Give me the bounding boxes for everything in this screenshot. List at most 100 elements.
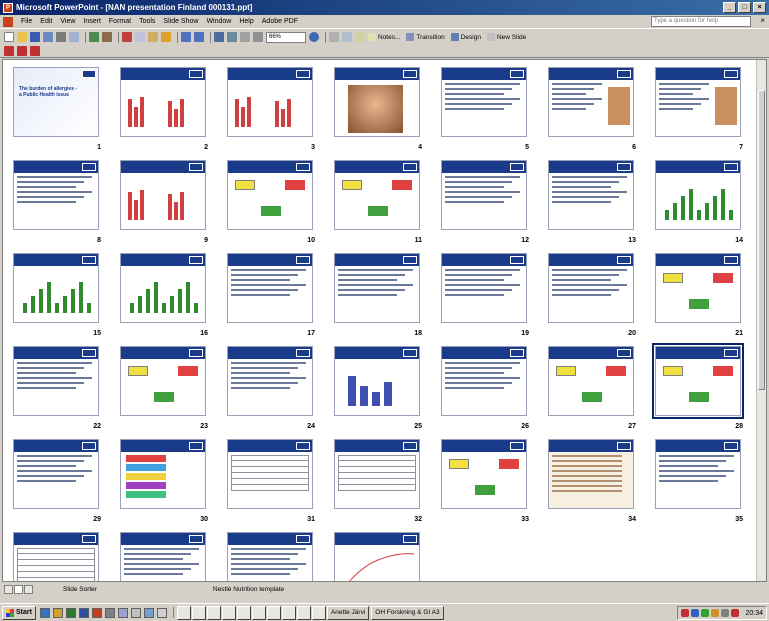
- slide-thumbnail-32[interactable]: [334, 439, 420, 509]
- ie-icon[interactable]: [39, 607, 50, 618]
- powerpoint-icon[interactable]: [91, 607, 102, 618]
- task-button-4[interactable]: [221, 605, 236, 620]
- slide-thumbnail-29[interactable]: [13, 439, 99, 509]
- close-button[interactable]: ×: [753, 2, 766, 13]
- convert-and-email-icon[interactable]: [17, 45, 27, 56]
- menu-slide-show[interactable]: Slide Show: [159, 18, 202, 25]
- slide-thumbnail-9[interactable]: [120, 160, 206, 230]
- task-button-anette[interactable]: Anette Järvi: [326, 605, 370, 620]
- print-icon[interactable]: [56, 32, 66, 42]
- quicklaunch-icon-9[interactable]: [143, 607, 154, 618]
- slide-thumbnail-36[interactable]: [13, 532, 99, 581]
- start-button[interactable]: Start: [2, 605, 36, 620]
- slide-thumbnail-4[interactable]: [334, 67, 420, 137]
- format-painter-icon[interactable]: [161, 32, 171, 42]
- task-button-3[interactable]: [206, 605, 221, 620]
- slide-sorter-view-icon[interactable]: [14, 585, 23, 594]
- slide-thumbnail-3[interactable]: [227, 67, 313, 137]
- task-button-2[interactable]: [191, 605, 206, 620]
- slide-thumbnail-22[interactable]: [13, 346, 99, 416]
- slide-thumbnail-16[interactable]: [120, 253, 206, 323]
- slide-thumbnail-15[interactable]: [13, 253, 99, 323]
- convert-and-review-icon[interactable]: [30, 45, 40, 56]
- task-button-5[interactable]: [236, 605, 251, 620]
- slide-thumbnail-30[interactable]: [120, 439, 206, 509]
- slide-thumbnail-8[interactable]: [13, 160, 99, 230]
- menu-file[interactable]: File: [17, 18, 36, 25]
- undo-icon[interactable]: [181, 32, 191, 42]
- slide-thumbnail-13[interactable]: [548, 160, 634, 230]
- open-icon[interactable]: [17, 32, 27, 42]
- minimize-button[interactable]: _: [723, 2, 736, 13]
- document-icon[interactable]: [3, 16, 13, 27]
- new-icon[interactable]: [4, 32, 14, 42]
- tray-icon-4[interactable]: [711, 609, 720, 617]
- slide-thumbnail-10[interactable]: [227, 160, 313, 230]
- slide-thumbnail-6[interactable]: [548, 67, 634, 137]
- task-button-6[interactable]: [251, 605, 266, 620]
- tray-icon-6[interactable]: [731, 609, 740, 617]
- slide-thumbnail-20[interactable]: [548, 253, 634, 323]
- slide-thumbnail-34[interactable]: [548, 439, 634, 509]
- copy-icon[interactable]: [135, 32, 145, 42]
- slide-thumbnail-14[interactable]: [655, 160, 741, 230]
- permission-icon[interactable]: [43, 32, 53, 42]
- vertical-scrollbar[interactable]: [756, 60, 766, 581]
- powerpoint-app-icon[interactable]: P: [3, 2, 13, 13]
- menu-view[interactable]: View: [56, 18, 79, 25]
- slide-thumbnail-35[interactable]: [655, 439, 741, 509]
- task-button-9[interactable]: [296, 605, 311, 620]
- new-slide-button[interactable]: New Slide: [486, 33, 526, 41]
- slide-thumbnail-18[interactable]: [334, 253, 420, 323]
- menu-help[interactable]: Help: [235, 18, 257, 25]
- quicklaunch-icon-7[interactable]: [117, 607, 128, 618]
- slide-thumbnail-1[interactable]: The burden of allergies - a Public Healt…: [13, 67, 99, 137]
- paste-icon[interactable]: [148, 32, 158, 42]
- slide-thumbnail-37[interactable]: [120, 532, 206, 581]
- menu-edit[interactable]: Edit: [36, 18, 56, 25]
- slide-sorter-pane[interactable]: The burden of allergies - a Public Healt…: [2, 59, 767, 582]
- task-button-8[interactable]: [281, 605, 296, 620]
- rehearse-timings-icon[interactable]: [342, 32, 352, 42]
- convert-to-pdf-icon[interactable]: [4, 45, 14, 56]
- hide-slide-icon[interactable]: [329, 32, 339, 42]
- task-button-1[interactable]: [176, 605, 191, 620]
- word-icon[interactable]: [78, 607, 89, 618]
- slide-thumbnail-23[interactable]: [120, 346, 206, 416]
- slide-thumbnail-38[interactable]: [227, 532, 313, 581]
- zoom-select[interactable]: 66%: [266, 31, 306, 43]
- slide-thumbnail-21[interactable]: [655, 253, 741, 323]
- redo-icon[interactable]: [194, 32, 204, 42]
- save-icon[interactable]: [30, 32, 40, 42]
- design-button[interactable]: Design: [450, 33, 481, 41]
- normal-view-icon[interactable]: [4, 585, 13, 594]
- close-document-button[interactable]: ×: [760, 16, 765, 25]
- quicklaunch-icon-8[interactable]: [130, 607, 141, 618]
- transition-button[interactable]: Transition: [406, 33, 445, 41]
- slide-thumbnail-11[interactable]: [334, 160, 420, 230]
- quicklaunch-icon-6[interactable]: [104, 607, 115, 618]
- quicklaunch-icon-10[interactable]: [156, 607, 167, 618]
- slide-thumbnail-17[interactable]: [227, 253, 313, 323]
- summary-slide-icon[interactable]: [355, 32, 365, 42]
- cut-icon[interactable]: [122, 32, 132, 42]
- table-icon[interactable]: [227, 32, 237, 42]
- tray-icon-5[interactable]: [721, 609, 730, 617]
- task-button-folder[interactable]: OH Forskning & GI A3: [371, 605, 444, 620]
- menu-insert[interactable]: Insert: [79, 18, 105, 25]
- slide-thumbnail-33[interactable]: [441, 439, 527, 509]
- tray-icon-3[interactable]: [701, 609, 710, 617]
- slide-thumbnail-39[interactable]: [334, 532, 420, 581]
- slide-thumbnail-7[interactable]: [655, 67, 741, 137]
- color-grayscale-icon[interactable]: [253, 32, 263, 42]
- grid-icon[interactable]: [240, 32, 250, 42]
- research-icon[interactable]: [102, 32, 112, 42]
- slide-thumbnail-31[interactable]: [227, 439, 313, 509]
- slide-thumbnail-12[interactable]: [441, 160, 527, 230]
- slide-thumbnail-5[interactable]: [441, 67, 527, 137]
- outlook-icon[interactable]: [52, 607, 63, 618]
- notes-button[interactable]: Notes...: [368, 33, 400, 41]
- chart-icon[interactable]: [214, 32, 224, 42]
- help-icon[interactable]: [309, 32, 319, 42]
- ask-question-input[interactable]: Type a question for help: [651, 16, 751, 27]
